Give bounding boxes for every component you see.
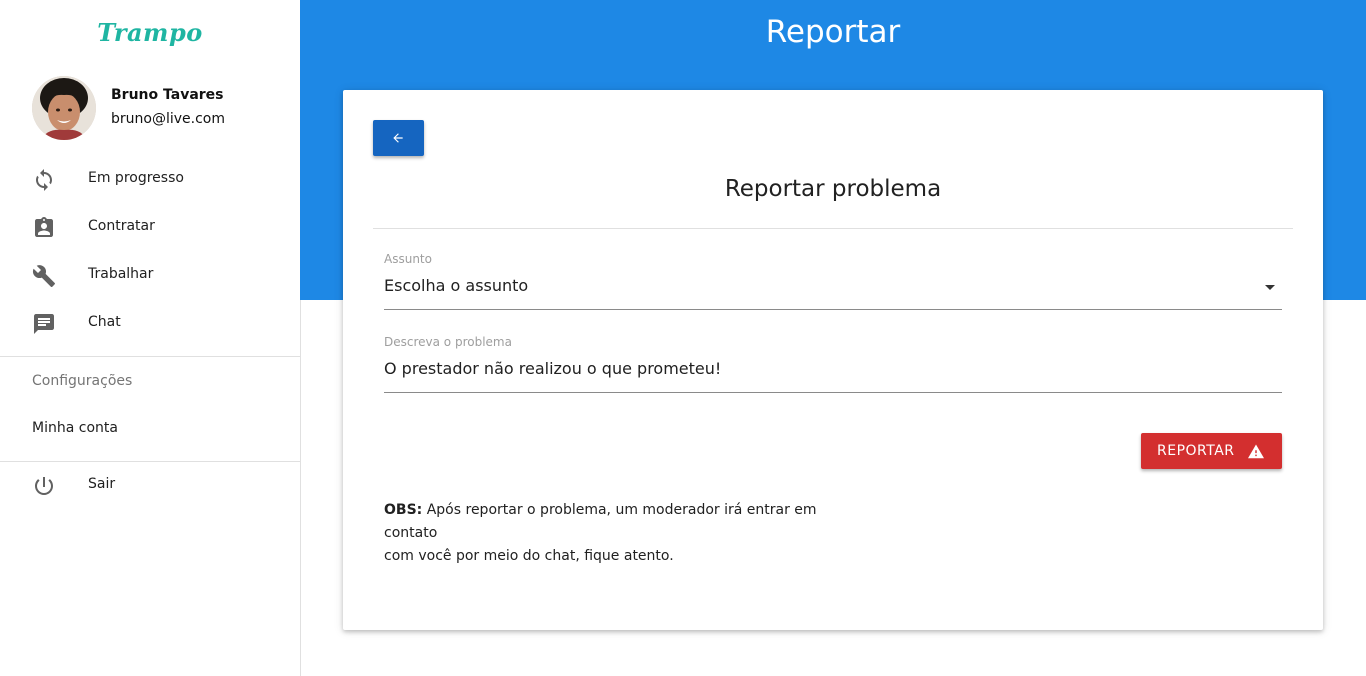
report-button-label: REPORTAR (1157, 443, 1235, 459)
card-divider (373, 228, 1293, 229)
avatar (32, 76, 96, 140)
sidebar-item-label: Sair (88, 476, 116, 492)
sidebar-item-chat[interactable]: Chat (0, 300, 300, 348)
sidebar-item-sair[interactable]: Sair (0, 462, 300, 510)
user-email: bruno@live.com (111, 111, 225, 127)
app-logo[interactable]: Trampo (0, 18, 300, 47)
page-title: Reportar (765, 14, 901, 50)
user-name: Bruno Tavares (111, 87, 224, 103)
warning-icon (1248, 444, 1264, 459)
sidebar-item-label: Trabalhar (88, 266, 154, 282)
sidebar-item-label: Contratar (88, 218, 155, 234)
back-button[interactable] (373, 120, 424, 156)
report-card: Reportar problema Assunto Escolha o assu… (343, 90, 1323, 630)
user-profile: Bruno Tavares bruno@live.com (32, 76, 292, 140)
sidebar: Trampo Bruno Tavares bruno@live.com Em p… (0, 0, 301, 676)
sidebar-item-trabalhar[interactable]: Trabalhar (0, 252, 300, 300)
sidebar-item-label: Em progresso (88, 170, 184, 186)
sidebar-item-label: Minha conta (32, 420, 118, 436)
sidebar-divider (0, 356, 300, 357)
power-icon (32, 474, 56, 498)
obs-prefix: OBS: (384, 502, 423, 518)
description-underline (384, 392, 1282, 393)
obs-line-2: com você por meio do chat, fique atento. (384, 548, 674, 564)
card-title: Reportar problema (724, 176, 942, 202)
chat-icon (32, 312, 56, 336)
assignment-ind-icon (32, 216, 56, 240)
subject-label: Assunto (384, 252, 432, 266)
sidebar-item-label: Chat (88, 314, 121, 330)
wrench-icon (32, 264, 56, 288)
sidebar-item-contratar[interactable]: Contratar (0, 204, 300, 252)
report-button[interactable]: REPORTAR (1141, 433, 1282, 469)
subject-value[interactable]: Escolha o assunto (384, 276, 528, 295)
obs-note: OBS: Após reportar o problema, um modera… (384, 499, 864, 568)
sync-icon (32, 168, 56, 192)
sidebar-item-em-progresso[interactable]: Em progresso (0, 156, 300, 204)
sidebar-item-minha-conta[interactable]: Minha conta (0, 406, 300, 454)
settings-subheader: Configurações (32, 373, 133, 389)
subject-underline (384, 309, 1282, 310)
dropdown-arrow-icon[interactable] (1265, 285, 1275, 290)
obs-line-1: Após reportar o problema, um moderador i… (384, 502, 817, 541)
description-label: Descreva o problema (384, 335, 512, 349)
description-input[interactable]: O prestador não realizou o que prometeu! (384, 359, 721, 378)
